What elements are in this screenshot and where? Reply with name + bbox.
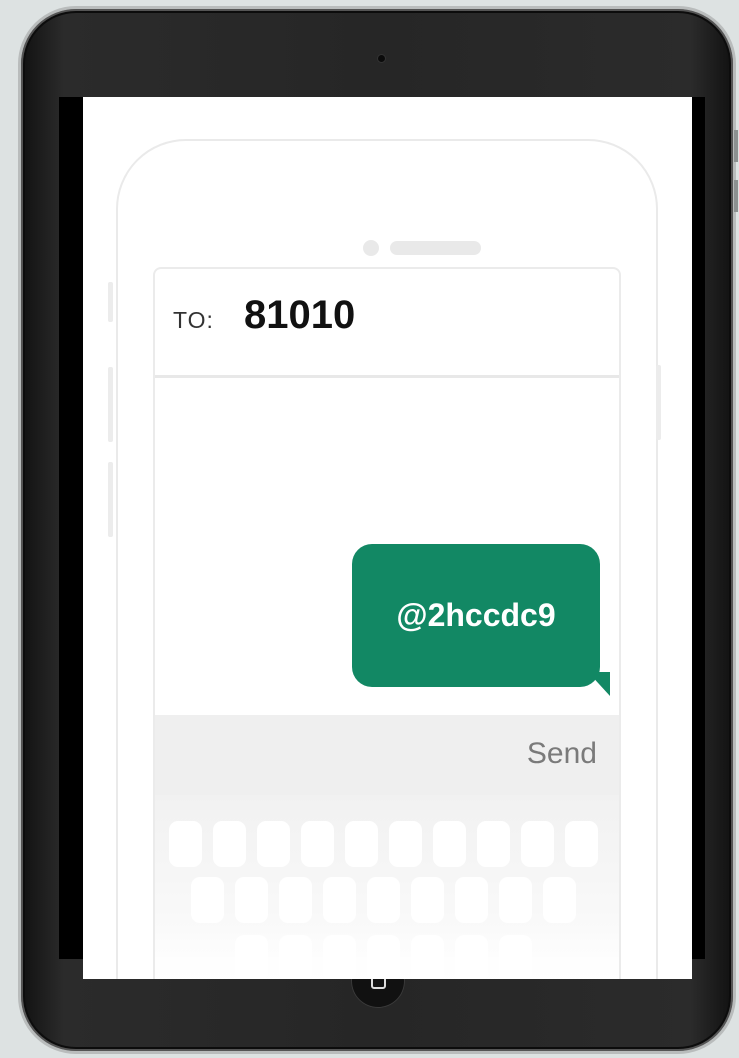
keyboard-key (499, 877, 532, 923)
keyboard-key (279, 877, 312, 923)
to-label: TO: (173, 307, 214, 333)
recipient-row[interactable]: TO: 81010 (155, 269, 619, 378)
keyboard-key (367, 877, 400, 923)
tablet-screen: TO: 81010 @2hccdc9 Send (59, 97, 705, 979)
keyboard (155, 795, 619, 979)
keyboard-key (345, 821, 378, 867)
compose-bar: Send (155, 715, 619, 795)
keyboard-fade (155, 925, 619, 979)
keyboard-key (543, 877, 576, 923)
keyboard-key (235, 877, 268, 923)
keyboard-key (565, 821, 598, 867)
keyboard-key (411, 877, 444, 923)
keyboard-key (213, 821, 246, 867)
keyboard-key (455, 877, 488, 923)
keyboard-key (389, 821, 422, 867)
keyboard-key (521, 821, 554, 867)
screen-content: TO: 81010 @2hccdc9 Send (83, 97, 692, 979)
keyboard-key (323, 877, 356, 923)
phone-side-button (108, 462, 113, 537)
keyboard-key (477, 821, 510, 867)
send-button[interactable]: Send (527, 737, 597, 771)
keyboard-key (301, 821, 334, 867)
message-bubble: @2hccdc9 (352, 544, 600, 687)
keyboard-key (257, 821, 290, 867)
camera-icon (378, 55, 385, 62)
phone-side-button (108, 367, 113, 442)
volume-down-button[interactable] (734, 180, 738, 212)
keyboard-key (433, 821, 466, 867)
keyboard-key (169, 821, 202, 867)
bubble-tail (588, 672, 610, 696)
recipient-number: 81010 (244, 293, 356, 337)
keyboard-key (191, 877, 224, 923)
message-screen: TO: 81010 @2hccdc9 Send (153, 267, 621, 979)
phone-side-button (656, 365, 661, 440)
message-text: @2hccdc9 (396, 597, 556, 633)
phone-speaker (390, 241, 481, 255)
phone-camera-dot (363, 240, 379, 256)
volume-up-button[interactable] (734, 130, 738, 162)
phone-side-button (108, 282, 113, 322)
